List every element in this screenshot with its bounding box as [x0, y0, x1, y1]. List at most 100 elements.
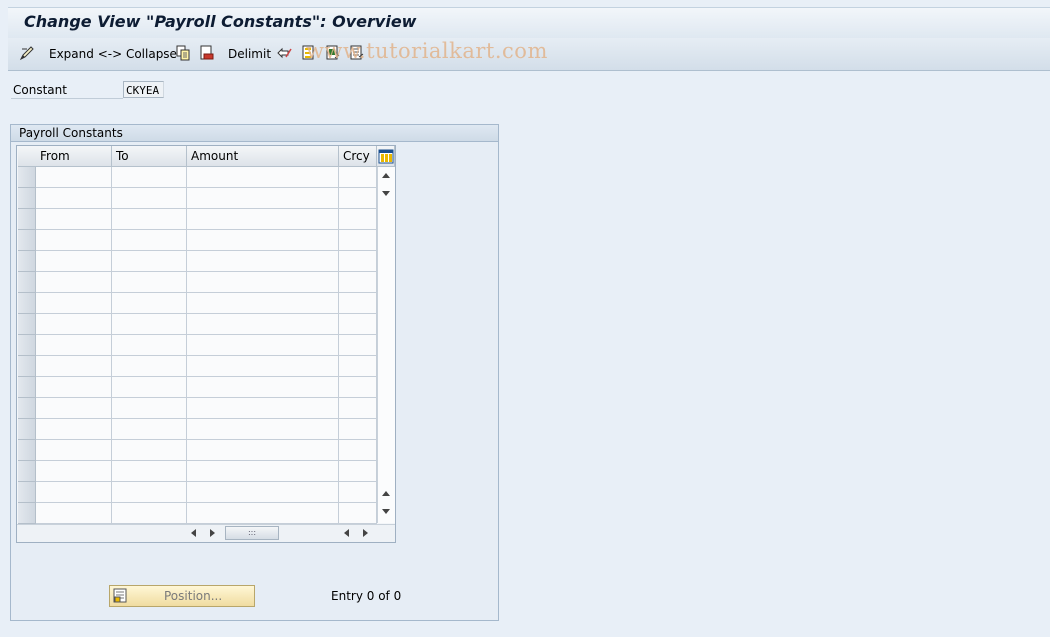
cell-amount[interactable] — [187, 293, 339, 314]
cell-crcy[interactable] — [339, 440, 377, 461]
cell-amount[interactable] — [187, 251, 339, 272]
row-selector[interactable] — [18, 377, 36, 398]
cell-from[interactable] — [36, 356, 112, 377]
cell-from[interactable] — [36, 377, 112, 398]
row-selector[interactable] — [18, 209, 36, 230]
row-selector[interactable] — [18, 293, 36, 314]
cell-crcy[interactable] — [339, 314, 377, 335]
row-selector[interactable] — [18, 188, 36, 209]
cell-from[interactable] — [36, 209, 112, 230]
cell-amount[interactable] — [187, 377, 339, 398]
column-header-crcy[interactable]: Crcy — [339, 146, 377, 167]
cell-amount[interactable] — [187, 398, 339, 419]
table-settings-icon[interactable] — [377, 146, 395, 167]
copy-icon[interactable] — [175, 45, 191, 61]
cell-from[interactable] — [36, 419, 112, 440]
cell-from[interactable] — [36, 482, 112, 503]
cell-to[interactable] — [112, 461, 187, 482]
scroll-up-icon[interactable] — [382, 173, 390, 178]
cell-amount[interactable] — [187, 230, 339, 251]
cell-to[interactable] — [112, 272, 187, 293]
cell-from[interactable] — [36, 503, 112, 524]
cell-to[interactable] — [112, 356, 187, 377]
row-selector[interactable] — [18, 419, 36, 440]
cell-from[interactable] — [36, 398, 112, 419]
change-display-icon[interactable] — [19, 45, 35, 61]
select-all-rows-cell[interactable] — [18, 146, 37, 167]
row-selector[interactable] — [18, 335, 36, 356]
column-header-amount[interactable]: Amount — [187, 146, 339, 167]
cell-amount[interactable] — [187, 440, 339, 461]
cell-from[interactable] — [36, 293, 112, 314]
scroll-left-icon[interactable] — [344, 529, 349, 537]
row-selector[interactable] — [18, 503, 36, 524]
scroll-right-icon[interactable] — [363, 529, 368, 537]
cell-to[interactable] — [112, 377, 187, 398]
cell-to[interactable] — [112, 314, 187, 335]
vertical-scrollbar[interactable] — [377, 167, 395, 523]
cell-to[interactable] — [112, 188, 187, 209]
cell-from[interactable] — [36, 314, 112, 335]
cell-from[interactable] — [36, 440, 112, 461]
cell-crcy[interactable] — [339, 482, 377, 503]
cell-to[interactable] — [112, 209, 187, 230]
cell-crcy[interactable] — [339, 230, 377, 251]
cell-from[interactable] — [36, 167, 112, 188]
cell-from[interactable] — [36, 230, 112, 251]
cell-to[interactable] — [112, 167, 187, 188]
row-selector[interactable] — [18, 398, 36, 419]
cell-crcy[interactable] — [339, 461, 377, 482]
cell-to[interactable] — [112, 419, 187, 440]
cell-amount[interactable] — [187, 482, 339, 503]
cell-to[interactable] — [112, 482, 187, 503]
cell-crcy[interactable] — [339, 251, 377, 272]
cell-amount[interactable] — [187, 167, 339, 188]
cell-to[interactable] — [112, 335, 187, 356]
cell-crcy[interactable] — [339, 293, 377, 314]
cell-amount[interactable] — [187, 503, 339, 524]
scroll-up-icon[interactable] — [382, 491, 390, 496]
row-selector[interactable] — [18, 461, 36, 482]
scroll-right-icon[interactable] — [210, 529, 215, 537]
cell-amount[interactable] — [187, 356, 339, 377]
cell-crcy[interactable] — [339, 188, 377, 209]
cell-from[interactable] — [36, 272, 112, 293]
cell-to[interactable] — [112, 293, 187, 314]
scroll-thumb[interactable]: ::: — [225, 526, 279, 540]
cell-to[interactable] — [112, 440, 187, 461]
cell-amount[interactable] — [187, 188, 339, 209]
cell-crcy[interactable] — [339, 398, 377, 419]
expand-collapse-button[interactable]: Expand <-> Collapse — [49, 46, 177, 62]
row-selector[interactable] — [18, 356, 36, 377]
row-selector[interactable] — [18, 314, 36, 335]
constant-field[interactable]: CKYEA — [123, 81, 164, 98]
scroll-down-icon[interactable] — [382, 191, 390, 196]
cell-crcy[interactable] — [339, 272, 377, 293]
column-header-from[interactable]: From — [36, 146, 112, 167]
position-button[interactable]: Position... — [109, 585, 255, 607]
cell-crcy[interactable] — [339, 209, 377, 230]
cell-amount[interactable] — [187, 335, 339, 356]
cell-amount[interactable] — [187, 461, 339, 482]
row-selector[interactable] — [18, 167, 36, 188]
cell-amount[interactable] — [187, 209, 339, 230]
cell-crcy[interactable] — [339, 503, 377, 524]
row-selector[interactable] — [18, 482, 36, 503]
cell-crcy[interactable] — [339, 356, 377, 377]
cell-crcy[interactable] — [339, 335, 377, 356]
cell-crcy[interactable] — [339, 419, 377, 440]
cell-from[interactable] — [36, 335, 112, 356]
cell-amount[interactable] — [187, 419, 339, 440]
row-selector[interactable] — [18, 272, 36, 293]
row-selector[interactable] — [18, 251, 36, 272]
cell-crcy[interactable] — [339, 377, 377, 398]
scroll-left-icon[interactable] — [191, 529, 196, 537]
delete-icon[interactable] — [199, 45, 215, 61]
scroll-down-icon[interactable] — [382, 509, 390, 514]
cell-to[interactable] — [112, 503, 187, 524]
cell-from[interactable] — [36, 251, 112, 272]
column-header-to[interactable]: To — [112, 146, 187, 167]
row-selector[interactable] — [18, 440, 36, 461]
cell-from[interactable] — [36, 188, 112, 209]
delimit-button[interactable]: Delimit — [228, 46, 271, 62]
